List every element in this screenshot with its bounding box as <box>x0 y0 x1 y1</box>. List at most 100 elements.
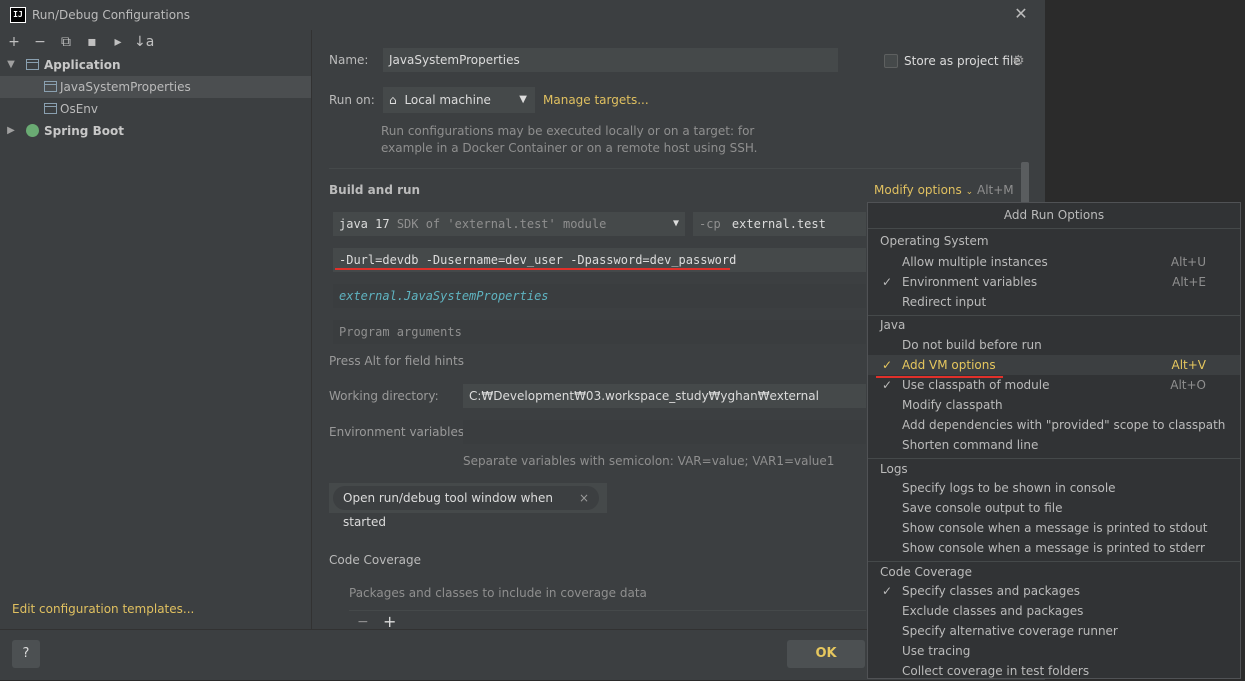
name-input[interactable]: JavaSystemProperties <box>383 48 838 72</box>
option-specify-logs[interactable]: Specify logs to be shown in console <box>868 478 1240 498</box>
working-directory-input[interactable]: C:₩Development₩03.workspace_study₩yghan₩… <box>463 384 866 408</box>
option-shortcut: Alt+O <box>1170 378 1206 392</box>
open-tool-window-chip[interactable]: Open run/debug tool window when started … <box>333 486 599 529</box>
application-icon <box>26 59 39 70</box>
option-label: Environment variables <box>902 275 1038 289</box>
option-save-console-output[interactable]: Save console output to file <box>868 498 1240 518</box>
tree-label: JavaSystemProperties <box>60 80 191 94</box>
group-operating-system: Operating System <box>880 234 989 248</box>
option-modify-classpath[interactable]: Modify classpath <box>868 395 1240 415</box>
check-icon: ✓ <box>882 584 893 598</box>
env-vars-hint: Separate variables with semicolon: VAR=v… <box>463 454 835 468</box>
program-arguments-input[interactable]: Program arguments <box>333 320 866 344</box>
working-directory-label: Working directory: <box>329 389 439 403</box>
option-label: Use tracing <box>902 644 971 658</box>
window-title: Run/Debug Configurations <box>32 8 190 22</box>
group-logs: Logs <box>880 462 908 476</box>
popup-title: Add Run Options <box>1003 208 1105 222</box>
jdk-select[interactable]: java 17 SDK of 'external.test' module ▼ <box>333 212 685 236</box>
scrollbar[interactable] <box>1021 162 1029 206</box>
option-add-vm-options[interactable]: ✓ Add VM options Alt+V <box>868 355 1240 375</box>
move-to-folder-button[interactable]: ▸ <box>108 32 128 52</box>
check-icon: ✓ <box>882 275 893 289</box>
options-chip-area: Open run/debug tool window when started … <box>329 483 607 529</box>
folder-icon: ▸ <box>114 34 122 50</box>
option-use-tracing[interactable]: Use tracing <box>868 641 1240 661</box>
option-show-console-stderr[interactable]: Show console when a message is printed t… <box>868 538 1240 558</box>
modify-options-button[interactable]: Modify options ⌄ <box>874 183 973 197</box>
option-label: Specify logs to be shown in console <box>902 481 1116 495</box>
plus-icon: + <box>8 34 20 50</box>
add-config-button[interactable]: + <box>4 32 24 52</box>
option-add-provided-dependencies[interactable]: Add dependencies with "provided" scope t… <box>868 415 1240 435</box>
chevron-down-icon: ▼ <box>519 94 527 105</box>
main-class-input[interactable]: external.JavaSystemProperties <box>333 284 866 308</box>
tree-label: OsEnv <box>60 102 98 116</box>
cp-value: external.test <box>731 217 826 231</box>
application-config-icon <box>44 103 57 114</box>
option-label: Modify classpath <box>902 398 1003 412</box>
help-button[interactable]: ? <box>12 640 40 668</box>
tree-node-application[interactable]: ▼ Application <box>0 54 311 76</box>
config-toolbar: + − ⧉ ▪ ▸ ↓a <box>0 30 311 54</box>
option-redirect-input[interactable]: Redirect input <box>868 292 1240 312</box>
run-on-select[interactable]: ⌂ Local machine ▼ <box>383 87 535 113</box>
cp-flag: -cp <box>699 217 721 231</box>
gear-icon[interactable]: ⚙ <box>1012 53 1025 69</box>
check-icon: ✓ <box>882 378 893 392</box>
option-show-console-stdout[interactable]: Show console when a message is printed t… <box>868 518 1240 538</box>
chevron-down-icon[interactable]: ▼ <box>6 54 16 76</box>
run-on-hint-line2: example in a Docker Container or on a re… <box>381 141 758 155</box>
close-button[interactable]: ✕ <box>1010 3 1032 25</box>
option-label: Save console output to file <box>902 501 1063 515</box>
divider <box>868 228 1240 229</box>
option-shorten-command-line[interactable]: Shorten command line <box>868 435 1240 455</box>
edit-templates-link[interactable]: Edit configuration templates... <box>12 602 194 616</box>
run-on-value: Local machine <box>404 93 491 107</box>
option-label: Allow multiple instances <box>902 255 1048 269</box>
close-icon: ✕ <box>1014 4 1028 23</box>
modify-options-shortcut: Alt+M <box>977 183 1014 197</box>
copy-config-button[interactable]: ⧉ <box>56 32 76 52</box>
group-code-coverage: Code Coverage <box>880 565 973 579</box>
divider <box>868 315 1240 316</box>
remove-config-button[interactable]: − <box>30 32 50 52</box>
option-do-not-build[interactable]: Do not build before run <box>868 335 1240 355</box>
ok-button[interactable]: OK <box>787 640 865 668</box>
store-as-project-checkbox[interactable] <box>884 54 898 68</box>
application-config-icon <box>44 81 57 92</box>
option-environment-variables[interactable]: ✓ Environment variables Alt+E <box>868 272 1240 292</box>
tree-label: Spring Boot <box>44 124 124 138</box>
minus-icon: − <box>34 34 46 50</box>
option-collect-coverage-test-folders[interactable]: Collect coverage in test folders <box>868 661 1240 681</box>
option-shortcut: Alt+U <box>1170 255 1206 269</box>
save-config-button[interactable]: ▪ <box>82 32 102 52</box>
coverage-list: − + <box>349 610 866 631</box>
vm-options-annotation-underline <box>335 268 730 270</box>
sort-button[interactable]: ↓a <box>134 32 154 52</box>
tree-node-spring-boot[interactable]: ▶ Spring Boot <box>0 120 311 142</box>
chevron-down-icon: ▼ <box>672 218 679 229</box>
option-label: Shorten command line <box>902 438 1039 452</box>
option-label: Do not build before run <box>902 338 1042 352</box>
option-exclude-classes-packages[interactable]: Exclude classes and packages <box>868 601 1240 621</box>
alt-hint: Press Alt for field hints <box>329 354 464 368</box>
option-use-classpath-of-module[interactable]: ✓ Use classpath of module Alt+O <box>868 375 1240 395</box>
tree-item-osenv[interactable]: OsEnv <box>0 98 311 120</box>
environment-variables-input[interactable] <box>463 420 866 444</box>
chevron-right-icon[interactable]: ▶ <box>6 120 16 142</box>
option-label: Show console when a message is printed t… <box>902 541 1205 555</box>
option-allow-multiple-instances[interactable]: Allow multiple instances Alt+U <box>868 252 1240 272</box>
save-icon: ▪ <box>87 34 97 50</box>
manage-targets-link[interactable]: Manage targets... <box>543 93 649 107</box>
divider <box>868 458 1240 459</box>
option-specify-classes-packages[interactable]: ✓ Specify classes and packages <box>868 581 1240 601</box>
option-label: Show console when a message is printed t… <box>902 521 1208 535</box>
title-bar: IJ Run/Debug Configurations ✕ <box>0 0 1045 30</box>
tree-item-javasystemproperties[interactable]: JavaSystemProperties <box>0 76 311 98</box>
option-alternative-coverage-runner[interactable]: Specify alternative coverage runner <box>868 621 1240 641</box>
classpath-module-select[interactable]: -cp external.test <box>693 212 866 236</box>
minus-icon[interactable]: − <box>357 614 369 630</box>
remove-chip-icon[interactable]: × <box>579 486 589 510</box>
divider <box>329 168 1029 169</box>
